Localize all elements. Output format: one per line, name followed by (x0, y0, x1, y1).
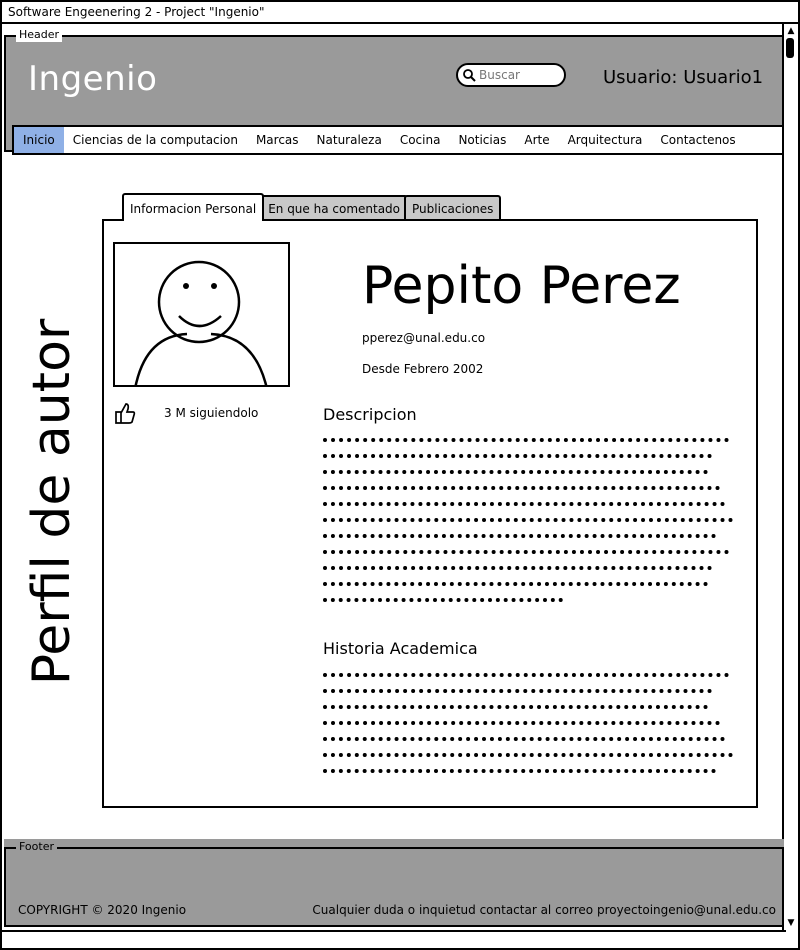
window-title: Software Engeenering 2 - Project "Ingeni… (2, 2, 798, 24)
tab-publicaciones[interactable]: Publicaciones (404, 195, 502, 221)
tab-informacion-personal[interactable]: Informacion Personal (122, 193, 265, 221)
copyright-text: COPYRIGHT © 2020 Ingenio (18, 903, 187, 917)
nav-item-naturaleza[interactable]: Naturaleza (308, 127, 391, 153)
contact-text: Cualquier duda o inquietud contactar al … (312, 903, 776, 917)
header-legend: Header (16, 28, 63, 42)
followers-count: 3 M siguiendolo (164, 406, 259, 420)
header-panel: Header Ingenio Buscar Usuario: Usuario1 … (4, 28, 784, 155)
nav-item-arte[interactable]: Arte (515, 127, 558, 153)
academic-history-scribble (323, 673, 737, 785)
main-nav: Inicio Ciencias de la computacion Marcas Na… (12, 125, 784, 155)
search-icon (463, 69, 476, 82)
page-side-title: Perfil de autor (22, 302, 82, 702)
academic-history-title: Historia Academica (323, 639, 478, 658)
author-name: Pepito Perez (362, 256, 681, 316)
site-logo[interactable]: Ingenio (28, 59, 157, 99)
user-avatar-icon (113, 242, 290, 387)
tab-en-que-ha-comentado[interactable]: En que ha comentado (260, 195, 409, 221)
header-section: Header Ingenio Buscar Usuario: Usuario1 … (4, 27, 784, 155)
nav-item-contactenos[interactable]: Contactenos (651, 127, 744, 153)
footer-panel: Footer COPYRIGHT © 2020 Ingenio Cualquie… (4, 840, 784, 927)
nav-item-arquitectura[interactable]: Arquitectura (559, 127, 652, 153)
description-scribble (323, 438, 737, 614)
description-title: Descripcion (323, 405, 417, 424)
search-input[interactable]: Buscar (456, 63, 566, 87)
user-label[interactable]: Usuario: Usuario1 (603, 67, 763, 88)
scroll-thumb[interactable] (786, 38, 794, 58)
thumbs-up-icon[interactable] (114, 401, 136, 425)
browser-window: Software Engeenering 2 - Project "Ingeni… (0, 0, 800, 950)
nav-item-noticias[interactable]: Noticias (449, 127, 515, 153)
search-placeholder: Buscar (479, 68, 520, 82)
scroll-up-arrow-icon[interactable]: ▲ (786, 26, 796, 36)
nav-item-inicio[interactable]: Inicio (14, 127, 64, 153)
author-email[interactable]: pperez@unal.edu.co (362, 331, 485, 345)
footer-legend: Footer (16, 840, 57, 854)
profile-tabs: Informacion Personal En que ha comentado P… (122, 193, 502, 221)
nav-item-cocina[interactable]: Cocina (391, 127, 450, 153)
vertical-scrollbar[interactable]: ▲ ▼ (782, 24, 798, 930)
side-title-text: Perfil de autor (22, 318, 82, 686)
profile-panel: Pepito Perez pperez@unal.edu.co Desde Fe… (102, 219, 758, 808)
member-since: Desde Febrero 2002 (362, 362, 484, 376)
nav-item-ciencias-de-la-computacion[interactable]: Ciencias de la computacion (64, 127, 247, 153)
footer-section: Footer COPYRIGHT © 2020 Ingenio Cualquie… (4, 839, 784, 927)
nav-item-marcas[interactable]: Marcas (247, 127, 308, 153)
horizontal-scrollbar[interactable] (2, 930, 786, 948)
scroll-down-arrow-icon[interactable]: ▼ (786, 918, 796, 928)
